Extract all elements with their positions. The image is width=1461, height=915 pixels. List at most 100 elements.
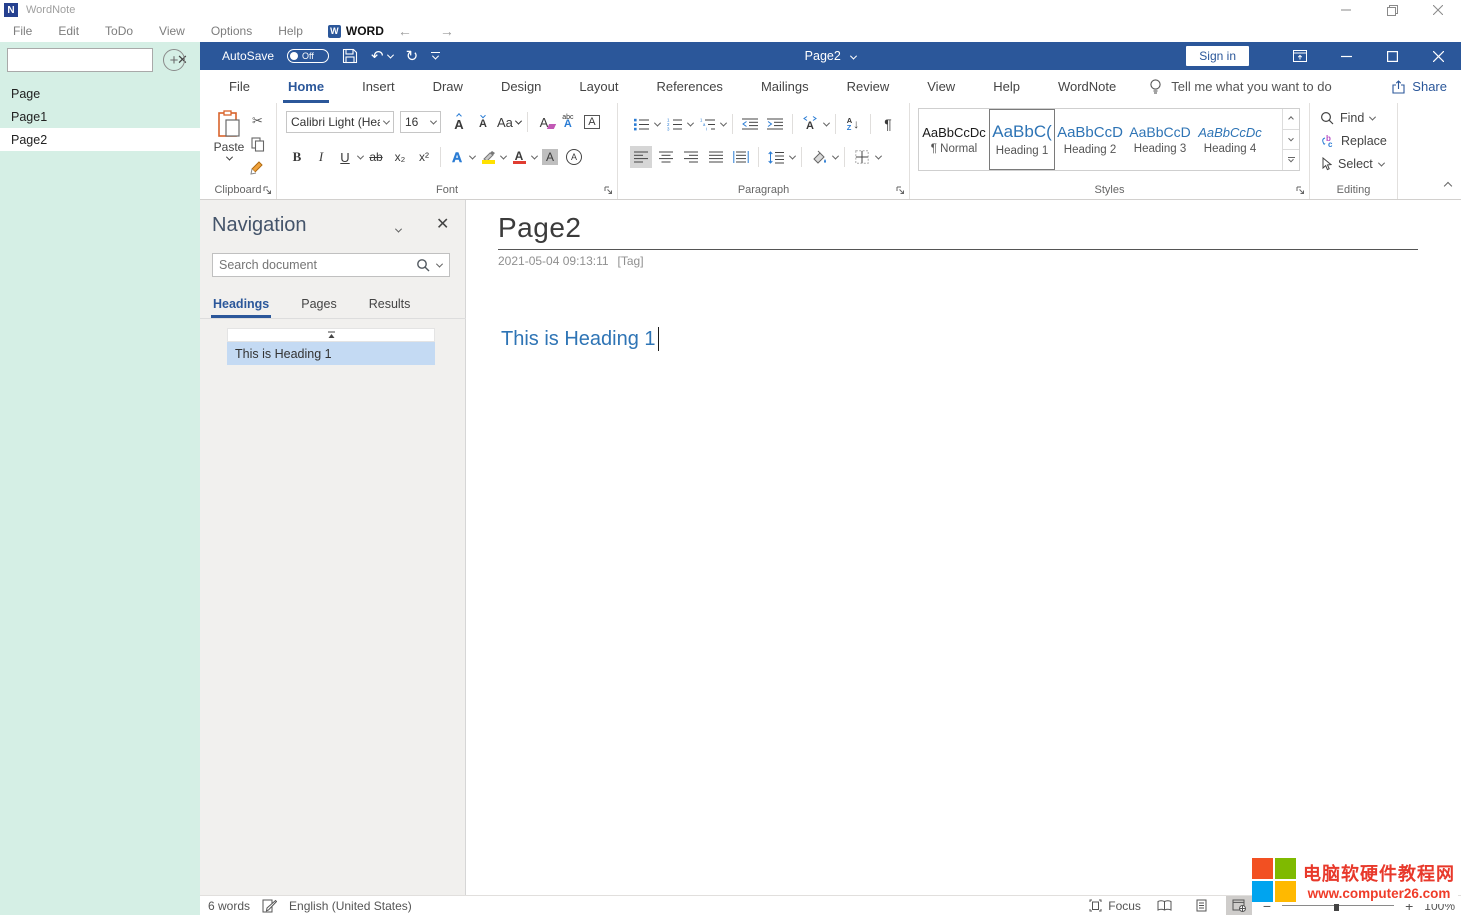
nav-heading-item-selected[interactable]: This is Heading 1 — [227, 342, 435, 365]
select-button[interactable]: Select — [1320, 157, 1384, 171]
tab-mailings[interactable]: Mailings — [742, 70, 828, 103]
borders-dropdown-icon[interactable] — [875, 152, 882, 159]
text-effects-button[interactable]: A — [446, 146, 468, 168]
document-heading-text[interactable]: This is Heading 1 — [501, 328, 656, 351]
italic-button[interactable]: I — [310, 146, 332, 168]
app-close-button[interactable] — [1415, 0, 1461, 20]
align-left-button[interactable] — [630, 146, 652, 168]
underline-dropdown-icon[interactable] — [357, 152, 364, 159]
page-list-item[interactable]: Page1 — [0, 105, 200, 128]
shading-button[interactable] — [808, 146, 830, 168]
titlebar-doc-title[interactable]: Page2 — [805, 49, 841, 63]
font-size-combo[interactable]: 16 — [400, 111, 441, 133]
grow-font-button[interactable]: A — [448, 111, 470, 133]
multilevel-list-button[interactable]: 1ai — [696, 113, 718, 135]
sidebar-search-input[interactable] — [8, 53, 171, 67]
navigation-search-input[interactable] — [213, 258, 412, 272]
word-maximize-button[interactable] — [1369, 42, 1415, 70]
menu-file[interactable]: File — [0, 24, 45, 38]
replace-button[interactable]: bc Replace — [1320, 134, 1387, 148]
borders-button[interactable] — [851, 146, 873, 168]
document-canvas[interactable]: Page2 2021-05-04 09:13:11 [Tag] This is … — [466, 200, 1461, 895]
undo-icon[interactable]: ↶ — [371, 49, 384, 64]
add-page-button[interactable]: + — [163, 49, 185, 71]
menu-todo[interactable]: ToDo — [92, 24, 146, 38]
language-status[interactable]: English (United States) — [289, 899, 412, 913]
highlight-dropdown-icon[interactable] — [500, 152, 507, 159]
word-minimize-button[interactable] — [1323, 42, 1369, 70]
navigation-close-icon[interactable]: ✕ — [436, 214, 449, 234]
save-icon[interactable] — [342, 48, 358, 64]
app-restore-button[interactable] — [1369, 0, 1415, 20]
menu-help[interactable]: Help — [265, 24, 316, 38]
bold-button[interactable]: B — [286, 146, 308, 168]
clear-formatting-button[interactable]: A — [533, 111, 555, 133]
tab-references[interactable]: References — [637, 70, 741, 103]
redo-icon[interactable]: ↻ — [406, 49, 419, 64]
styles-dialog-launcher[interactable] — [1296, 186, 1305, 195]
web-layout-button[interactable] — [1226, 896, 1252, 915]
customize-quick-access-icon[interactable] — [431, 52, 440, 60]
character-shading-button[interactable]: A — [539, 146, 561, 168]
tab-insert[interactable]: Insert — [343, 70, 414, 103]
app-minimize-button[interactable] — [1323, 0, 1369, 20]
change-case-button[interactable]: Aa — [496, 111, 522, 133]
sort-button[interactable]: AZ↓ — [842, 113, 864, 135]
format-painter-icon[interactable] — [250, 160, 265, 175]
shading-dropdown-icon[interactable] — [832, 152, 839, 159]
line-spacing-button[interactable] — [765, 146, 787, 168]
sign-in-button[interactable]: Sign in — [1186, 46, 1249, 66]
font-color-dropdown-icon[interactable] — [531, 152, 538, 159]
shrink-font-button[interactable]: A — [472, 111, 494, 133]
find-button[interactable]: Find — [1320, 111, 1375, 125]
underline-button[interactable]: U — [334, 146, 356, 168]
align-right-button[interactable] — [680, 146, 702, 168]
text-effects-dropdown-icon[interactable] — [469, 152, 476, 159]
menu-edit[interactable]: Edit — [45, 24, 92, 38]
word-count[interactable]: 6 words — [208, 899, 250, 913]
undo-dropdown-icon[interactable] — [387, 51, 394, 58]
bullets-button[interactable] — [630, 113, 652, 135]
enclose-characters-button[interactable]: A — [563, 146, 585, 168]
tab-draw[interactable]: Draw — [414, 70, 482, 103]
tell-me-box[interactable]: Tell me what you want to do — [1149, 79, 1331, 95]
read-mode-button[interactable] — [1152, 896, 1178, 915]
ribbon-display-options-icon[interactable] — [1277, 42, 1323, 70]
print-layout-button[interactable] — [1189, 896, 1215, 915]
highlight-button[interactable] — [477, 146, 499, 168]
increase-indent-button[interactable] — [764, 113, 786, 135]
styles-scroll-down-icon[interactable] — [1283, 130, 1299, 151]
proofing-icon[interactable] — [262, 899, 277, 913]
tab-help[interactable]: Help — [974, 70, 1039, 103]
word-toolbar-button[interactable]: W WORD — [328, 24, 384, 38]
phonetic-guide-button[interactable]: abcA — [557, 111, 579, 133]
focus-button[interactable]: Focus — [1089, 899, 1141, 913]
font-dialog-launcher[interactable] — [604, 186, 613, 195]
page-list-item[interactable]: Page — [0, 82, 200, 105]
paragraph-dialog-launcher[interactable] — [896, 186, 905, 195]
distribute-button[interactable] — [730, 146, 752, 168]
clipboard-dialog-launcher[interactable] — [263, 186, 272, 195]
font-name-combo[interactable]: Calibri Light (Hea — [286, 111, 394, 133]
forward-arrow-icon[interactable]: → — [426, 23, 468, 39]
nav-tab-results[interactable]: Results — [369, 290, 411, 318]
font-color-button[interactable]: A — [508, 146, 530, 168]
cut-icon[interactable]: ✂ — [252, 113, 263, 129]
tab-view[interactable]: View — [908, 70, 974, 103]
doc-title-dropdown-icon[interactable] — [850, 53, 857, 60]
share-button[interactable]: Share — [1392, 79, 1447, 94]
tab-home[interactable]: Home — [269, 70, 343, 103]
tab-review[interactable]: Review — [828, 70, 909, 103]
search-icon[interactable] — [412, 258, 434, 272]
menu-view[interactable]: View — [146, 24, 198, 38]
justify-button[interactable] — [705, 146, 727, 168]
styles-scroll-up-icon[interactable] — [1283, 109, 1299, 130]
style-heading2[interactable]: AaBbCcD Heading 2 — [1055, 109, 1125, 170]
style-heading4[interactable]: AaBbCcDc Heading 4 — [1195, 109, 1265, 170]
decrease-indent-button[interactable] — [739, 113, 761, 135]
asian-layout-button[interactable]: A — [799, 113, 821, 135]
page-tag[interactable]: [Tag] — [618, 254, 644, 268]
collapse-headings-bar[interactable] — [227, 328, 435, 342]
numbering-button[interactable]: 123 — [663, 113, 685, 135]
bullets-dropdown-icon[interactable] — [654, 119, 661, 126]
